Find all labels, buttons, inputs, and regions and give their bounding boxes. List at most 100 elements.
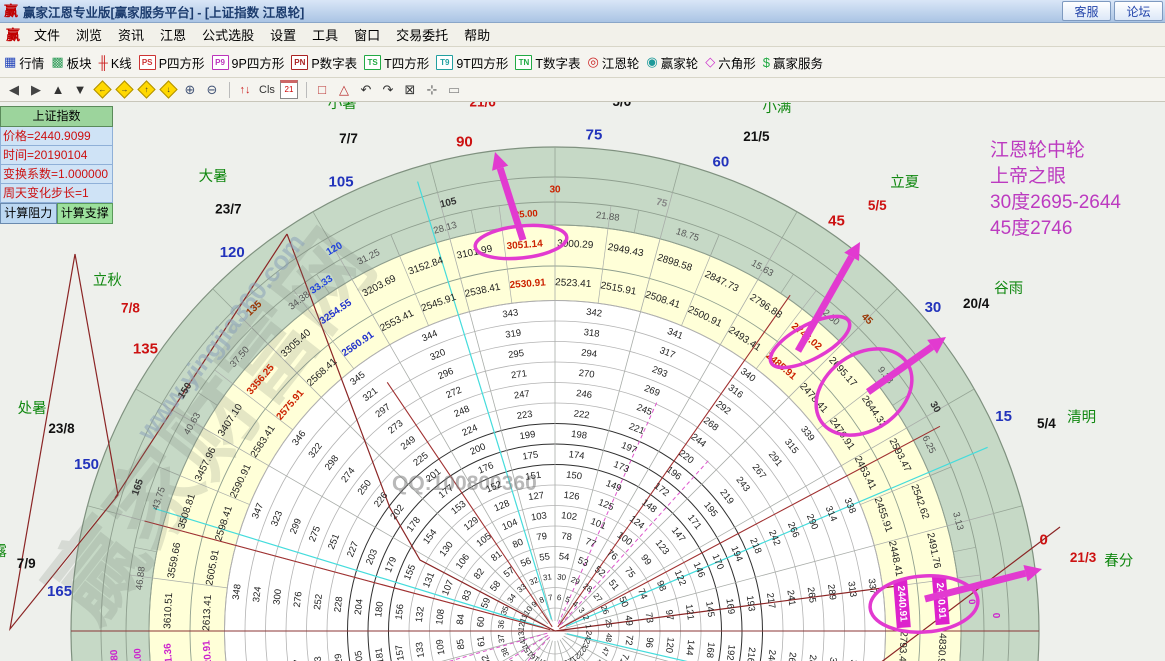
center-button[interactable]: ⊹ bbox=[422, 80, 442, 99]
t-table-button[interactable]: TN T数字表 bbox=[515, 53, 581, 72]
calendar-button[interactable]: 21 bbox=[279, 80, 299, 99]
svg-text:30: 30 bbox=[925, 299, 942, 316]
svg-text:132: 132 bbox=[414, 606, 427, 623]
svg-text:264: 264 bbox=[785, 651, 798, 661]
menu-公式选股[interactable]: 公式选股 bbox=[194, 23, 262, 46]
menu-设置[interactable]: 设置 bbox=[262, 23, 304, 46]
drawing-toolbar: ◀ ▶ ▲ ▼ ← → ↑ ↓ ⊕ ⊖ ↑↓ Cls 21 □ △ ↶ ↷ ⊠ ⊹ ▭ bbox=[0, 78, 1165, 102]
calc-resistance-button[interactable]: 计算阻力 bbox=[0, 203, 57, 224]
rotate-ccw-button[interactable]: ↶ bbox=[356, 80, 376, 99]
9t-square-button[interactable]: T9 9T四方形 bbox=[436, 53, 508, 72]
symbol-title: 上证指数 bbox=[0, 106, 113, 127]
svg-text:31: 31 bbox=[542, 572, 553, 582]
t-square-button[interactable]: TS T四方形 bbox=[364, 53, 429, 72]
svg-text:108: 108 bbox=[434, 608, 447, 625]
forum-button[interactable]: 论坛 bbox=[1114, 1, 1163, 21]
sectors-button[interactable]: ▩ 板块 bbox=[51, 53, 91, 72]
svg-text:清明: 清明 bbox=[1067, 409, 1096, 426]
svg-text:30: 30 bbox=[549, 185, 561, 196]
svg-text:7/9: 7/9 bbox=[17, 556, 36, 571]
t9-badge-icon: T9 bbox=[436, 54, 454, 70]
svg-text:春分: 春分 bbox=[1104, 553, 1133, 570]
up-button[interactable]: ▲ bbox=[48, 80, 68, 99]
info-panel: 上证指数 价格=2440.9099 时间=20190104 变换系数=1.00000… bbox=[0, 106, 113, 224]
hexagon-button[interactable]: ◇ 六角形 bbox=[705, 53, 756, 72]
shift-down-button[interactable]: ↓ bbox=[158, 80, 178, 99]
menu-资讯[interactable]: 资讯 bbox=[110, 23, 152, 46]
svg-text:50.00: 50.00 bbox=[132, 648, 145, 661]
triangle-tool-button[interactable]: △ bbox=[334, 80, 354, 99]
svg-text:96: 96 bbox=[643, 637, 655, 649]
shift-down-button-icon: ↓ bbox=[158, 80, 178, 99]
p-square-button[interactable]: PS P四方形 bbox=[138, 53, 205, 72]
menu-浏览[interactable]: 浏览 bbox=[68, 23, 110, 46]
svg-text:79: 79 bbox=[536, 531, 548, 543]
9p-square-button[interactable]: P9 9P四方形 bbox=[211, 53, 284, 72]
svg-text:175: 175 bbox=[522, 449, 539, 462]
menu-交易委托[interactable]: 交易委托 bbox=[388, 23, 456, 46]
svg-text:289: 289 bbox=[825, 584, 838, 601]
svg-text:343: 343 bbox=[502, 307, 519, 320]
svg-text:121: 121 bbox=[683, 603, 696, 620]
screen-button[interactable]: ▭ bbox=[444, 80, 464, 99]
svg-text:立秋: 立秋 bbox=[93, 272, 122, 289]
service2-button[interactable]: $ 赢家服务 bbox=[763, 53, 823, 72]
delete-box-button[interactable]: ⊠ bbox=[400, 80, 420, 99]
winner-wheel-button[interactable]: ◉ 赢家轮 bbox=[646, 53, 698, 72]
info-row-0: 价格=2440.9099 bbox=[0, 127, 113, 146]
kline-button[interactable]: ╫ K线 bbox=[99, 53, 132, 72]
svg-text:133: 133 bbox=[414, 641, 427, 658]
menu-帮助[interactable]: 帮助 bbox=[456, 23, 498, 46]
service-button[interactable]: 客服 bbox=[1062, 1, 1111, 21]
svg-text:295: 295 bbox=[508, 348, 525, 361]
svg-text:7/8: 7/8 bbox=[121, 300, 140, 315]
rotate-cw-button[interactable]: ↷ bbox=[378, 80, 398, 99]
menu-工具[interactable]: 工具 bbox=[304, 23, 346, 46]
square-tool-button[interactable]: □ bbox=[312, 80, 332, 99]
info-row-2: 变换系数=1.000000 bbox=[0, 165, 113, 184]
svg-text:84: 84 bbox=[455, 614, 467, 626]
svg-text:222: 222 bbox=[573, 408, 590, 421]
svg-text:5/6: 5/6 bbox=[612, 102, 631, 109]
gann-wheel-button[interactable]: ◎ 江恩轮 bbox=[588, 53, 640, 72]
shift-left-button-icon: ← bbox=[92, 80, 112, 99]
back-button[interactable]: ◀ bbox=[4, 80, 24, 99]
forward-button[interactable]: ▶ bbox=[26, 80, 46, 99]
annotation-line: 江恩轮中轮 bbox=[990, 140, 1086, 161]
candlestick-icon: ╫ bbox=[98, 54, 108, 70]
svg-text:240: 240 bbox=[765, 649, 778, 661]
shift-left-button[interactable]: ← bbox=[92, 80, 112, 99]
menu-江恩[interactable]: 江恩 bbox=[152, 23, 194, 46]
main-toolbar: ▦ 行情 ▩ 板块 ╫ K线 PS P四方形 P9 9P四方形 PN P数字表 TS T四方形 T9 9T四方… bbox=[0, 47, 1165, 78]
hexagon-button-label: 六角形 bbox=[718, 56, 756, 71]
p-table-button[interactable]: PN P数字表 bbox=[291, 53, 357, 72]
svg-text:54: 54 bbox=[558, 551, 570, 563]
shift-right-button[interactable]: → bbox=[114, 80, 134, 99]
quotes-button[interactable]: ▦ 行情 bbox=[4, 53, 44, 72]
svg-text:3610.51: 3610.51 bbox=[162, 592, 175, 629]
svg-text:55: 55 bbox=[539, 551, 551, 563]
svg-text:156: 156 bbox=[394, 603, 407, 620]
menu-窗口[interactable]: 窗口 bbox=[346, 23, 388, 46]
gann-wheel-button-label: 江恩轮 bbox=[601, 56, 640, 71]
zoom-in-button[interactable]: ⊕ bbox=[180, 80, 200, 99]
quote-grid-icon: ▦ bbox=[4, 54, 17, 69]
svg-text:0: 0 bbox=[990, 613, 1001, 619]
cls-button[interactable]: Cls bbox=[257, 80, 277, 99]
svg-text:21/6: 21/6 bbox=[470, 102, 497, 109]
zoom-out-button[interactable]: ⊖ bbox=[202, 80, 222, 99]
svg-text:246: 246 bbox=[575, 388, 592, 401]
svg-text:348: 348 bbox=[231, 583, 244, 600]
svg-text:36: 36 bbox=[496, 619, 506, 629]
svg-text:126: 126 bbox=[563, 490, 580, 503]
annotation-line: 45度2746 bbox=[990, 218, 1073, 239]
svg-text:37: 37 bbox=[496, 633, 506, 644]
updown-button[interactable]: ↑↓ bbox=[235, 80, 255, 99]
down-button[interactable]: ▼ bbox=[70, 80, 90, 99]
calc-support-button[interactable]: 计算支撑 bbox=[56, 203, 113, 224]
shift-up-button[interactable]: ↑ bbox=[136, 80, 156, 99]
p-square-button-label: P四方形 bbox=[158, 56, 205, 71]
menu-文件[interactable]: 文件 bbox=[26, 23, 68, 46]
svg-text:78: 78 bbox=[561, 531, 573, 543]
dollar-icon: $ bbox=[762, 54, 771, 70]
